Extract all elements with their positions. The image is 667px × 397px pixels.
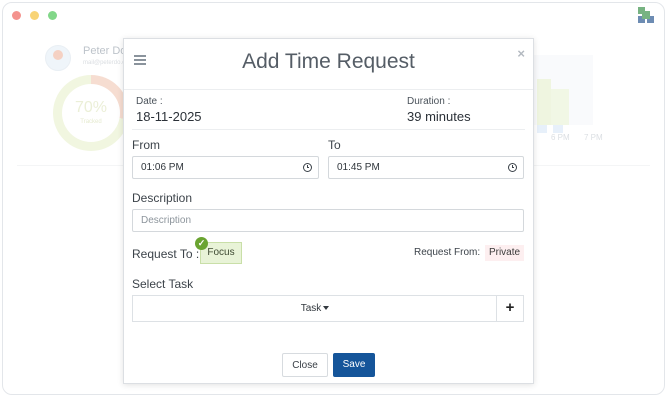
close-button[interactable]: Close (282, 353, 328, 377)
save-button[interactable]: Save (333, 353, 375, 377)
close-icon[interactable]: × (517, 46, 525, 61)
clock-icon[interactable] (508, 163, 517, 172)
date-value: 18-11-2025 (136, 109, 202, 124)
to-time-value: 01:45 PM (337, 162, 380, 173)
modal-title: Add Time Request (242, 50, 415, 73)
description-label: Description (132, 191, 193, 205)
add-time-request-modal: Add Time Request × Date : 18-11-2025 Dur… (123, 38, 534, 384)
from-label: From (132, 138, 160, 152)
description-input[interactable]: Description (132, 209, 524, 232)
select-task-label: Select Task (132, 277, 194, 291)
divider (124, 89, 533, 90)
task-dropdown[interactable]: Task (133, 296, 497, 321)
from-time-input[interactable]: 01:06 PM (132, 156, 319, 179)
date-label: Date : (136, 96, 163, 107)
from-time-value: 01:06 PM (141, 162, 184, 173)
chevron-down-icon (323, 306, 330, 311)
duration-value: 39 minutes (407, 109, 471, 124)
request-from-chip: Private (485, 245, 524, 261)
request-to-label: Request To : (132, 247, 200, 261)
check-icon: ✓ (195, 237, 208, 250)
to-time-input[interactable]: 01:45 PM (328, 156, 524, 179)
description-placeholder: Description (141, 215, 192, 226)
task-dropdown-label: Task (300, 303, 322, 314)
clock-icon[interactable] (303, 163, 312, 172)
duration-label: Duration : (407, 96, 451, 107)
plus-icon[interactable]: + (496, 296, 523, 321)
divider (132, 129, 525, 130)
request-from-label: Request From: (414, 247, 481, 258)
to-label: To (328, 138, 341, 152)
task-selector: Task + (132, 295, 524, 322)
